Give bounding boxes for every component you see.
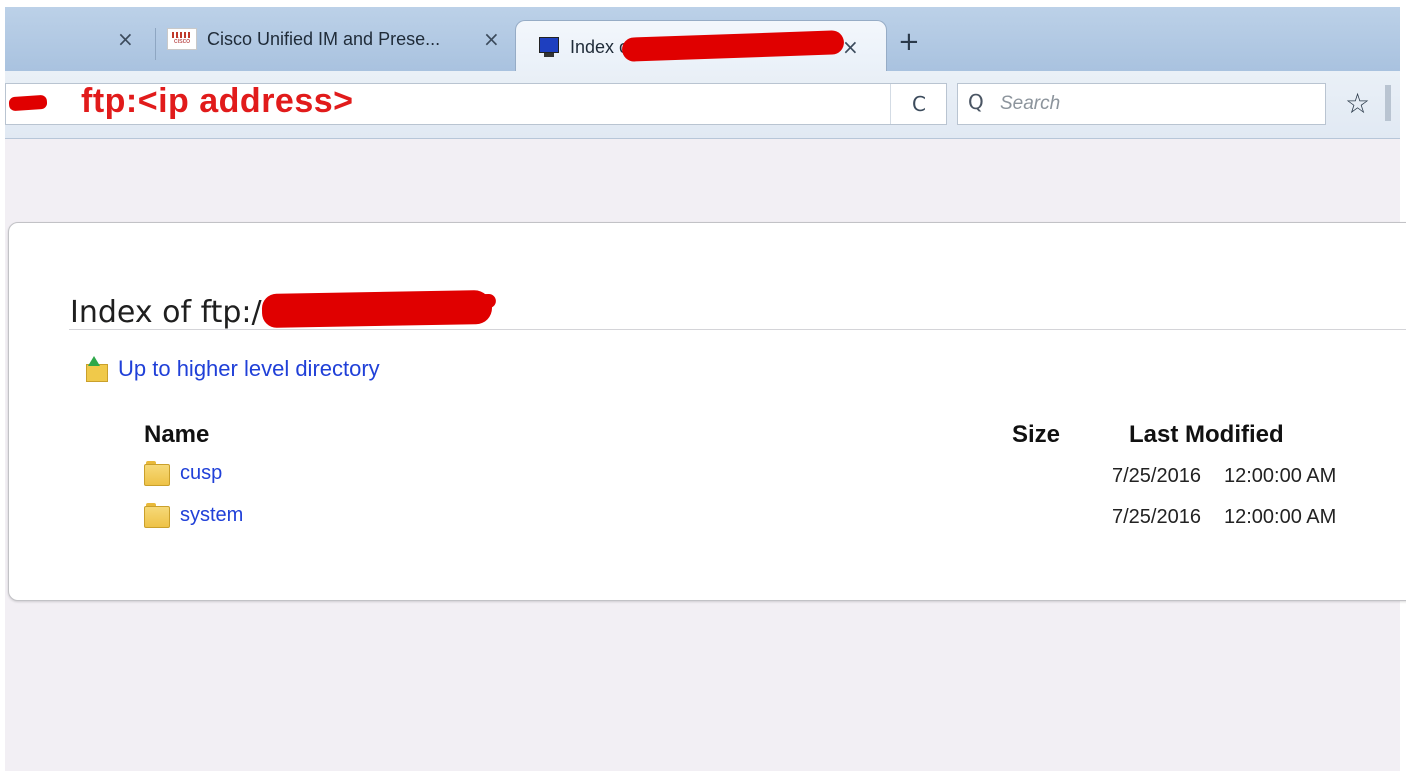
folder-link[interactable]: cusp (180, 462, 222, 485)
entry-date: 7/25/2016 (1112, 506, 1201, 528)
tab-previous[interactable]: × (117, 16, 134, 62)
heading-redaction (261, 289, 493, 329)
screenshot-edge-top (0, 0, 1406, 7)
heading-divider (69, 329, 1406, 330)
up-link-label: Up to higher level directory (118, 356, 380, 381)
page-title: Index of ftp:/ (70, 295, 262, 330)
tab-close-icon[interactable]: × (842, 35, 859, 59)
toolbar-edge (1385, 85, 1391, 121)
new-tab-button[interactable]: + (898, 27, 920, 57)
url-annotation: ftp:<ip address> (81, 82, 354, 120)
folder-icon (144, 461, 170, 486)
column-header-size: Size (1012, 421, 1061, 448)
directory-listing-card: Index of ftp:/ Up to higher level direct… (8, 222, 1406, 601)
screenshot-edge-left (0, 0, 5, 771)
page-content: Index of ftp:/ Up to higher level direct… (5, 139, 1406, 771)
tab-cisco[interactable]: cisco Cisco Unified IM and Prese... × (167, 16, 507, 62)
search-icon: Q (968, 90, 984, 114)
bookmark-star-icon[interactable]: ☆ (1345, 87, 1370, 120)
tab-label: Cisco Unified IM and Prese... (207, 28, 441, 49)
entry-time: 12:00:00 AM (1224, 465, 1337, 487)
folder-icon (144, 503, 170, 528)
search-input[interactable]: Q Search (957, 83, 1326, 125)
folder-link[interactable]: system (180, 504, 243, 527)
list-item[interactable]: system (144, 503, 243, 528)
tab-close-icon[interactable]: × (483, 27, 500, 51)
entry-date: 7/25/2016 (1112, 465, 1201, 487)
list-item[interactable]: cusp (144, 461, 222, 486)
entry-time: 12:00:00 AM (1224, 506, 1337, 528)
address-redaction (8, 94, 48, 112)
tab-close-icon[interactable]: × (117, 27, 134, 51)
up-directory-link[interactable]: Up to higher level directory (84, 356, 380, 382)
cisco-icon: cisco (167, 28, 197, 50)
tab-separator (155, 28, 156, 60)
navigation-toolbar: ftp:<ip address> C Q Search ☆ (5, 71, 1400, 139)
monitor-icon (538, 36, 560, 58)
search-placeholder: Search (1000, 93, 1061, 114)
address-bar[interactable]: ftp:<ip address> C (5, 82, 947, 125)
column-header-last-modified: Last Modified (1129, 421, 1284, 448)
up-folder-icon (84, 356, 108, 382)
reload-icon[interactable]: C (890, 84, 947, 124)
column-header-name: Name (144, 421, 210, 448)
